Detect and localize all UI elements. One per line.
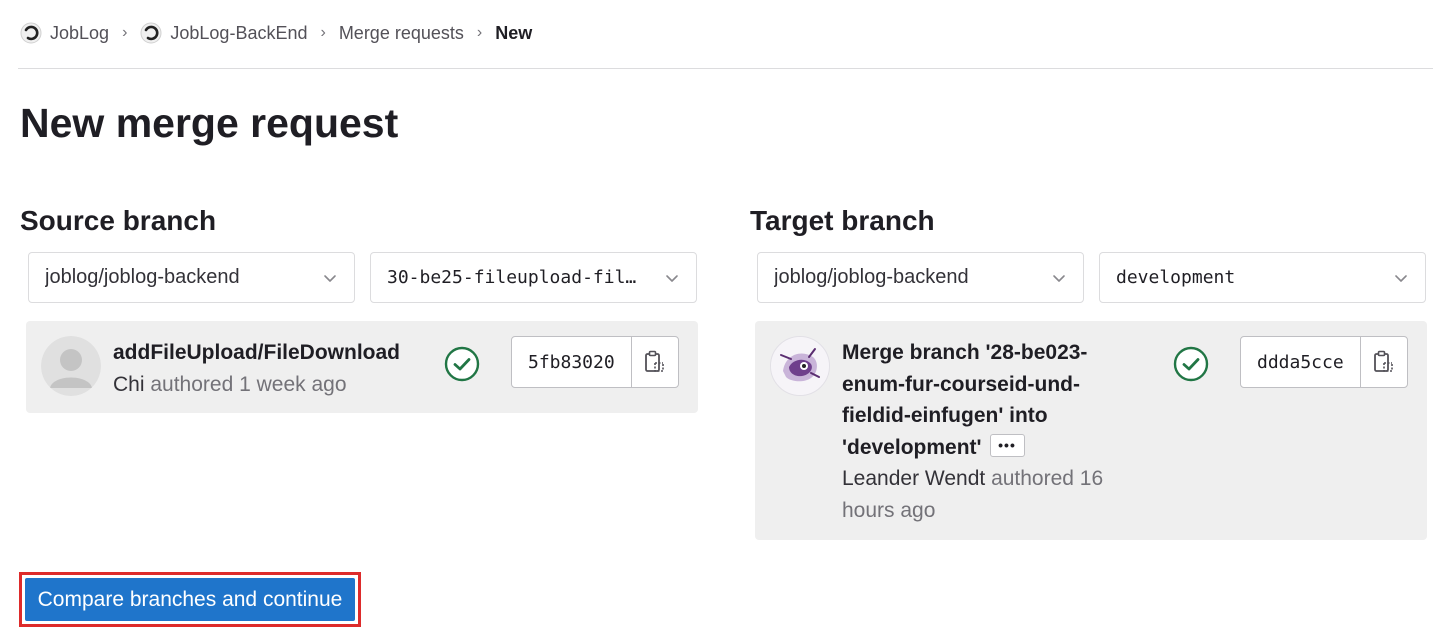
- user-avatar-image-icon: [771, 337, 829, 395]
- copy-sha-button[interactable]: [1361, 337, 1407, 387]
- source-commit-card: addFileUpload/FileDownload Chi authored …: [26, 321, 698, 413]
- commit-title-line: enum-fur-courseid-und-: [842, 372, 1080, 396]
- compare-button-highlight: Compare branches and continue: [19, 572, 361, 627]
- source-branch-heading: Source branch: [20, 205, 217, 236]
- page-title: New merge request: [20, 100, 399, 146]
- breadcrumb-item-new[interactable]: New: [495, 23, 532, 44]
- author-avatar: [41, 336, 101, 396]
- commit-author[interactable]: Leander Wendt: [842, 467, 985, 490]
- breadcrumb-separator-icon: ›: [476, 24, 483, 41]
- default-user-icon: [41, 336, 101, 396]
- commit-sha[interactable]: ddda5cce: [1241, 337, 1361, 387]
- breadcrumb-label: JobLog-BackEnd: [170, 22, 308, 43]
- breadcrumb-separator-icon: ›: [320, 24, 326, 41]
- commit-sha[interactable]: 5fb83020: [512, 337, 632, 387]
- breadcrumb-item-joblog[interactable]: JobLog: [20, 22, 109, 44]
- breadcrumb-separator-icon: ›: [122, 24, 128, 41]
- joblog-logo-icon: [20, 22, 42, 44]
- commit-title-line: fieldid-einfugen' into: [842, 404, 1048, 427]
- source-branch-dropdown[interactable]: 30-be25-fileupload-fil…: [370, 252, 697, 303]
- breadcrumb-label: New: [495, 22, 533, 43]
- pipeline-passed-icon[interactable]: [1173, 346, 1209, 382]
- copy-icon: [1373, 350, 1393, 372]
- header-divider: [18, 68, 1433, 69]
- pipeline-passed-icon[interactable]: [444, 346, 480, 382]
- author-avatar: [770, 336, 830, 396]
- joblog-backend-logo-icon: [140, 22, 162, 44]
- source-branch-value: 30-be25-fileupload-fil…: [387, 267, 637, 288]
- breadcrumb-label: Merge requests: [338, 22, 464, 43]
- commit-authored-time: authored 16: [991, 467, 1104, 490]
- commit-author[interactable]: Chi: [113, 373, 145, 396]
- target-commit-meta: Leander Wendt authored 16 hours ago: [842, 463, 1132, 526]
- breadcrumb: JobLog › JobLog-BackEnd › Merge requests…: [20, 18, 532, 48]
- source-commit-sha-group: 5fb83020: [511, 336, 679, 388]
- source-commit-meta: Chi authored 1 week ago: [113, 369, 347, 401]
- target-branch-value: development: [1116, 267, 1236, 288]
- chevron-down-icon: [666, 275, 678, 282]
- toggle-commit-description-button[interactable]: •••: [989, 434, 1025, 458]
- target-commit-title[interactable]: Merge branch '28-be023- enum-fur-coursei…: [842, 337, 1132, 463]
- compare-branches-button[interactable]: Compare branches and continue: [25, 578, 355, 621]
- commit-authored-time-cont: hours ago: [842, 498, 936, 522]
- source-project-dropdown[interactable]: joblog/joblog-backend: [28, 252, 355, 303]
- target-commit-sha-group: ddda5cce: [1240, 336, 1408, 388]
- breadcrumb-item-merge-requests[interactable]: Merge requests: [339, 23, 464, 44]
- chevron-down-icon: [1053, 275, 1065, 282]
- commit-meta-line: Leander Wendt authored 16: [842, 463, 1132, 495]
- target-branch-dropdown[interactable]: development: [1099, 252, 1426, 303]
- commit-authored-time: authored 1 week ago: [150, 373, 347, 396]
- breadcrumb-item-joblog-backend[interactable]: JobLog-BackEnd: [140, 22, 307, 44]
- copy-sha-button[interactable]: [632, 337, 678, 387]
- chevron-down-icon: [1395, 275, 1407, 282]
- target-commit-card: Merge branch '28-be023- enum-fur-coursei…: [755, 321, 1427, 540]
- copy-icon: [644, 350, 664, 372]
- target-project-value: joblog/joblog-backend: [774, 266, 969, 288]
- commit-title-line: Merge branch '28-be023-: [842, 341, 1088, 364]
- target-project-dropdown[interactable]: joblog/joblog-backend: [757, 252, 1084, 303]
- breadcrumb-label: JobLog: [50, 22, 110, 43]
- source-commit-title[interactable]: addFileUpload/FileDownload: [113, 337, 400, 369]
- chevron-down-icon: [324, 275, 336, 282]
- source-project-value: joblog/joblog-backend: [45, 266, 240, 288]
- target-branch-heading: Target branch: [750, 205, 935, 236]
- ellipsis-icon: •••: [998, 437, 1016, 454]
- commit-title-line: 'development': [842, 435, 982, 459]
- commit-title-last-line: 'development' •••: [842, 432, 1132, 464]
